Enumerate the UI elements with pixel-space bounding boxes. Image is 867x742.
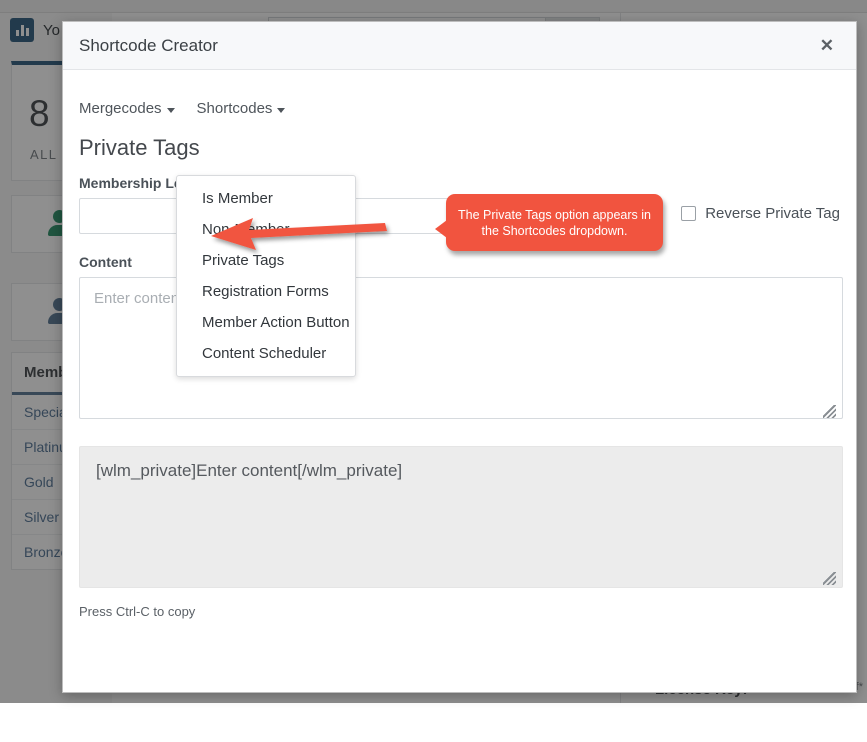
menu-shortcodes[interactable]: Shortcodes (197, 100, 286, 117)
modal-header: Shortcode Creator ✕ (63, 22, 856, 70)
chevron-down-icon (167, 108, 175, 113)
dropdown-item-registration-forms[interactable]: Registration Forms (177, 276, 355, 307)
copy-hint-text: Press Ctrl-C to copy (79, 604, 840, 619)
dropdown-item-member-action-button[interactable]: Member Action Button (177, 307, 355, 338)
modal-menubar: Mergecodes Shortcodes (79, 86, 840, 123)
shortcode-creator-modal: Shortcode Creator ✕ Mergecodes Shortcode… (62, 21, 857, 693)
shortcodes-dropdown-menu: Is Member Non-Member Private Tags Regist… (176, 175, 356, 377)
menu-shortcodes-label: Shortcodes (197, 100, 273, 117)
annotation-callout: The Private Tags option appears in the S… (446, 194, 663, 251)
chevron-down-icon (277, 108, 285, 113)
dropdown-item-is-member[interactable]: Is Member (177, 183, 355, 214)
dropdown-item-content-scheduler[interactable]: Content Scheduler (177, 338, 355, 369)
reverse-private-tag-checkbox[interactable] (681, 206, 696, 221)
dropdown-item-private-tags[interactable]: Private Tags (177, 245, 355, 276)
dropdown-item-non-member[interactable]: Non-Member (177, 214, 355, 245)
annotation-callout-text: The Private Tags option appears in the S… (446, 207, 663, 239)
close-icon[interactable]: ✕ (814, 35, 840, 56)
output-textarea-wrap (79, 424, 840, 593)
page-title: Shortcode Creator (79, 36, 814, 56)
modal-body: Mergecodes Shortcodes Private Tags Membe… (63, 70, 856, 619)
shortcode-output-textarea[interactable] (79, 446, 843, 588)
reverse-private-tag-checkbox-wrap[interactable]: Reverse Private Tag (681, 205, 840, 222)
callout-tail-icon (435, 220, 447, 238)
section-title: Private Tags (79, 135, 840, 161)
menu-mergecodes-label: Mergecodes (79, 100, 162, 117)
menu-mergecodes[interactable]: Mergecodes (79, 100, 175, 117)
reverse-private-tag-label: Reverse Private Tag (705, 205, 840, 222)
